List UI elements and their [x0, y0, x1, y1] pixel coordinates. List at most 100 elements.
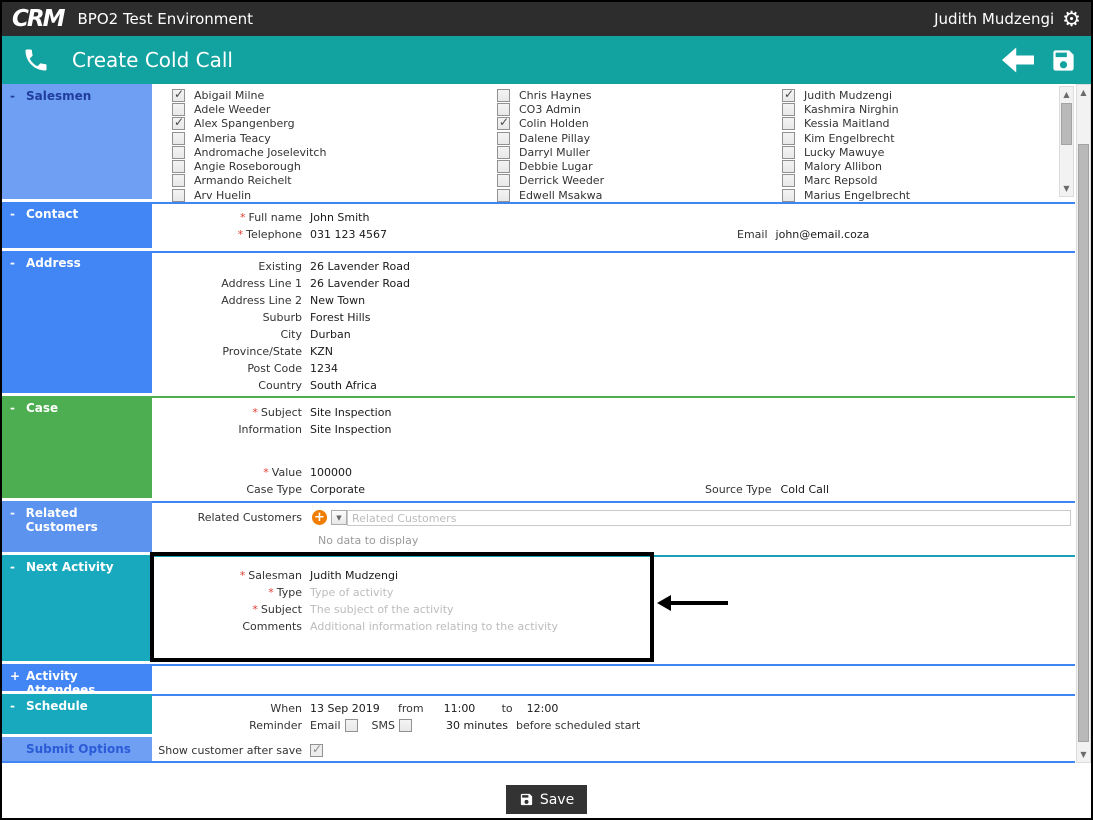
collapse-icon[interactable]: -	[10, 560, 19, 661]
source-type-field[interactable]: Cold Call	[781, 483, 829, 496]
activity-salesman-field[interactable]: Judith Mudzengi	[310, 569, 398, 582]
case-value-field[interactable]: 100000	[310, 466, 352, 479]
salesman-checkbox[interactable]	[172, 145, 185, 159]
salesman-checkbox[interactable]	[172, 188, 185, 202]
activity-subject-field[interactable]: The subject of the activity	[310, 603, 454, 616]
sidebar-item-address[interactable]: - Address	[2, 251, 152, 393]
salesman-checkbox[interactable]	[782, 160, 795, 174]
case-information-field[interactable]: Site Inspection	[310, 423, 391, 436]
scrollbar-thumb[interactable]	[1078, 144, 1089, 742]
salesman-option[interactable]: Colin Holden	[497, 115, 604, 131]
salesman-checkbox[interactable]	[172, 115, 185, 131]
salesman-checkbox[interactable]	[172, 102, 185, 116]
field-value[interactable]: Forest Hills	[310, 311, 370, 324]
reminder-sms-checkbox[interactable]	[399, 719, 412, 732]
salesman-option[interactable]: Arv Huelin	[172, 188, 326, 202]
sidebar-item-contact[interactable]: - Contact	[2, 202, 152, 248]
salesman-option[interactable]: Chris Haynes	[497, 88, 604, 102]
activity-type-field[interactable]: Type of activity	[310, 586, 393, 599]
sidebar-item-submit-options[interactable]: Submit Options	[2, 737, 152, 761]
information-textarea-space[interactable]	[152, 438, 1075, 464]
collapse-icon[interactable]: -	[10, 207, 19, 248]
salesman-checkbox[interactable]	[782, 145, 795, 159]
salesman-option[interactable]: Lucky Mawuye	[782, 145, 910, 159]
salesman-option[interactable]: Kessia Maitland	[782, 117, 910, 131]
from-time-field[interactable]: 11:00	[444, 702, 502, 715]
scroll-down-icon[interactable]: ▼	[1060, 181, 1073, 196]
salesman-checkbox[interactable]	[782, 131, 795, 145]
save-button[interactable]: Save	[505, 785, 588, 814]
collapse-icon[interactable]: -	[10, 506, 19, 552]
to-time-field[interactable]: 12:00	[527, 702, 559, 715]
dropdown-icon[interactable]: ▼	[331, 510, 347, 525]
telephone-field[interactable]: 031 123 4567	[310, 228, 387, 241]
salesman-option[interactable]: Marius Engelbrecht	[782, 188, 910, 202]
salesman-checkbox[interactable]	[497, 131, 510, 145]
back-arrow-icon[interactable]	[1002, 47, 1034, 73]
salesman-option[interactable]: Derrick Weeder	[497, 174, 604, 188]
salesman-option[interactable]: Andromache Joselevitch	[172, 145, 326, 159]
salesman-checkbox[interactable]	[172, 87, 185, 102]
salesman-option[interactable]: Abigail Milne	[172, 87, 326, 102]
scroll-up-icon[interactable]: ▲	[1077, 85, 1090, 100]
salesman-option[interactable]: Darryl Muller	[497, 145, 604, 159]
collapse-icon[interactable]: -	[10, 89, 19, 199]
salesman-checkbox[interactable]	[497, 145, 510, 159]
field-value[interactable]: 26 Lavender Road	[310, 277, 410, 290]
case-type-field[interactable]: Corporate	[310, 483, 365, 496]
salesman-option[interactable]: CO3 Admin	[497, 102, 604, 116]
field-value[interactable]: 1234	[310, 362, 338, 375]
add-customer-icon[interactable]: +	[312, 510, 327, 525]
fullname-field[interactable]: John Smith	[310, 211, 369, 224]
salesman-checkbox[interactable]	[497, 115, 510, 131]
scrollbar-thumb[interactable]	[1061, 103, 1072, 145]
collapse-icon[interactable]: -	[10, 256, 19, 393]
salesman-checkbox[interactable]	[782, 188, 795, 202]
salesman-checkbox[interactable]	[782, 87, 795, 102]
sidebar-item-activity-attendees[interactable]: + Activity Attendees	[2, 664, 152, 697]
salesman-option[interactable]: Malory Allibon	[782, 159, 910, 174]
salesman-checkbox[interactable]	[497, 160, 510, 174]
activity-comments-field[interactable]: Additional information relating to the a…	[310, 620, 558, 633]
reminder-minutes-field[interactable]: 30 minutes	[446, 719, 508, 732]
salesmen-scrollbar[interactable]: ▲ ▼	[1059, 86, 1074, 197]
email-field[interactable]: john@email.coza	[776, 228, 870, 241]
salesman-option[interactable]: Angie Roseborough	[172, 159, 326, 174]
related-customers-input[interactable]: Related Customers	[347, 509, 1071, 526]
expand-icon[interactable]: +	[10, 669, 20, 691]
sidebar-item-schedule[interactable]: - Schedule	[2, 694, 152, 734]
salesman-option[interactable]: Alex Spangenberg	[172, 115, 326, 131]
when-date-field[interactable]: 13 Sep 2019	[310, 702, 398, 715]
reminder-email-checkbox[interactable]	[344, 719, 358, 732]
salesman-checkbox[interactable]	[497, 102, 510, 116]
field-value[interactable]: 26 Lavender Road	[310, 260, 410, 273]
gear-icon[interactable]: ⚙	[1062, 8, 1081, 30]
save-icon[interactable]	[1050, 47, 1077, 74]
collapse-icon[interactable]: -	[10, 699, 19, 734]
field-value[interactable]: KZN	[310, 345, 333, 358]
salesman-option[interactable]: Adele Weeder	[172, 102, 326, 116]
salesman-checkbox[interactable]	[782, 117, 795, 131]
salesman-option[interactable]: Armando Reichelt	[172, 174, 326, 188]
salesman-option[interactable]: Dalene Pillay	[497, 131, 604, 145]
salesman-checkbox[interactable]	[497, 88, 510, 102]
salesman-checkbox[interactable]	[497, 174, 510, 188]
show-customer-checkbox[interactable]	[310, 742, 323, 757]
salesman-checkbox[interactable]	[497, 188, 510, 202]
sidebar-item-salesmen[interactable]: - Salesmen	[2, 84, 152, 199]
sidebar-item-next-activity[interactable]: - Next Activity	[2, 555, 152, 661]
salesman-option[interactable]: Almeria Teacy	[172, 131, 326, 145]
salesman-checkbox[interactable]	[172, 160, 185, 174]
salesman-option[interactable]: Kim Engelbrecht	[782, 131, 910, 145]
case-subject-field[interactable]: Site Inspection	[310, 406, 391, 419]
collapse-icon[interactable]: -	[10, 401, 19, 498]
field-value[interactable]: South Africa	[310, 379, 377, 392]
sidebar-item-related-customers[interactable]: - Related Customers	[2, 501, 152, 552]
salesman-option[interactable]: Edwell Msakwa	[497, 188, 604, 202]
scroll-up-icon[interactable]: ▲	[1060, 87, 1073, 102]
page-scrollbar[interactable]: ▲ ▼	[1076, 84, 1091, 763]
salesman-option[interactable]: Marc Repsold	[782, 174, 910, 188]
field-value[interactable]: Durban	[310, 328, 351, 341]
field-value[interactable]: New Town	[310, 294, 365, 307]
salesman-option[interactable]: Judith Mudzengi	[782, 87, 910, 102]
